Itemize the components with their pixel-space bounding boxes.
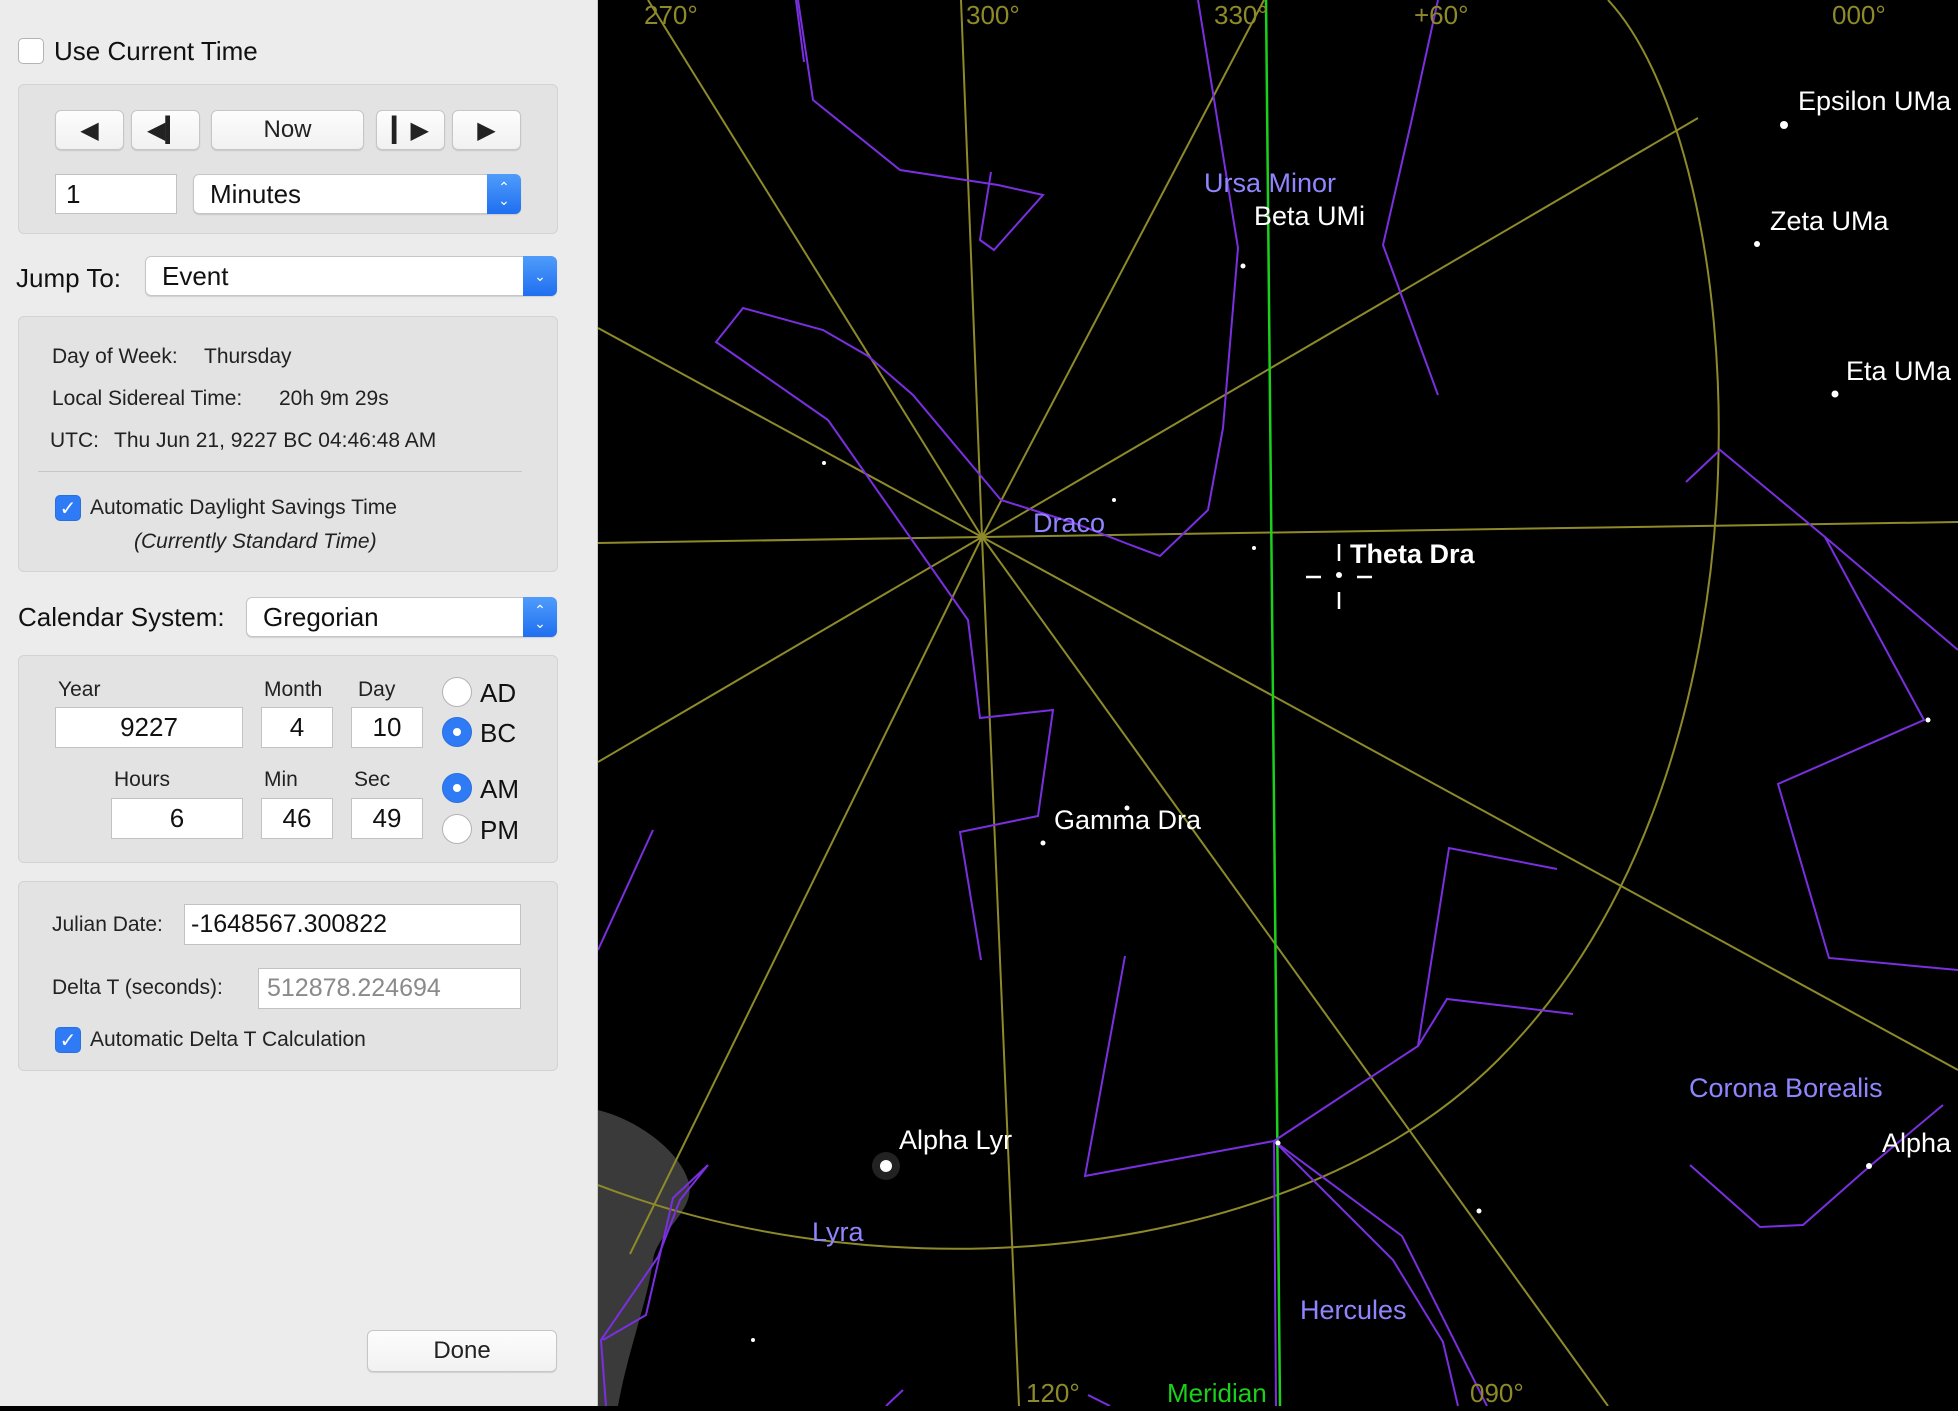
dst-checkbox[interactable]: ✓ bbox=[55, 495, 81, 521]
month-label: Month bbox=[264, 678, 323, 701]
step-forward-fast-button[interactable]: ▶ bbox=[452, 110, 521, 150]
grid-label-ra-000: 000° bbox=[1832, 0, 1886, 30]
constellation-label-corona-borealis: Corona Borealis bbox=[1689, 1073, 1883, 1103]
constellation-label-draco: Draco bbox=[1033, 508, 1106, 538]
step-unit-value: Minutes bbox=[210, 178, 302, 209]
constellation-label-hercules: Hercules bbox=[1300, 1295, 1407, 1325]
time-settings-panel: Use Current Time ◀ ◀▎ Now ▎▶ ▶ 1 Minutes… bbox=[0, 0, 598, 1406]
star-label-theta-dra: Theta Dra bbox=[1350, 539, 1475, 569]
sec-input[interactable]: 49 bbox=[351, 798, 423, 839]
grid-label-dec-60: +60° bbox=[1414, 0, 1469, 30]
min-input[interactable]: 46 bbox=[261, 798, 333, 839]
ad-label[interactable]: AD bbox=[480, 678, 516, 709]
auto-delta-t-checkbox[interactable]: ✓ bbox=[55, 1027, 81, 1053]
hours-input[interactable]: 6 bbox=[111, 798, 243, 839]
sec-label: Sec bbox=[354, 768, 391, 791]
step-amount-input[interactable]: 1 bbox=[55, 174, 177, 214]
sidereal-time-label: Local Sidereal Time: bbox=[52, 387, 243, 410]
calendar-system-label: Calendar System: bbox=[18, 602, 225, 632]
grid-label-ra-120: 120° bbox=[1026, 1378, 1080, 1408]
done-button[interactable]: Done bbox=[367, 1330, 557, 1372]
bc-radio[interactable] bbox=[442, 717, 472, 747]
jump-to-label: Jump To: bbox=[16, 263, 122, 293]
hours-label: Hours bbox=[114, 768, 171, 791]
use-current-time-label[interactable]: Use Current Time bbox=[54, 36, 258, 67]
delta-t-input[interactable]: 512878.224694 bbox=[258, 968, 521, 1009]
day-of-week-value: Thursday bbox=[204, 345, 292, 368]
jump-to-value: Event bbox=[162, 260, 229, 291]
divider bbox=[38, 471, 522, 472]
step-forward-button[interactable]: ▎▶ bbox=[376, 110, 445, 150]
bc-label[interactable]: BC bbox=[480, 718, 516, 749]
now-button[interactable]: Now bbox=[211, 110, 364, 150]
calendar-system-value: Gregorian bbox=[263, 601, 379, 632]
utc-value: Thu Jun 21, 9227 BC 04:46:48 AM bbox=[114, 429, 437, 452]
delta-t-label: Delta T (seconds): bbox=[52, 976, 223, 999]
star-label-alpha-crb: Alpha bbox=[1882, 1128, 1952, 1158]
utc-label: UTC: bbox=[50, 429, 99, 452]
star-label-gamma-dra: Gamma Dra bbox=[1054, 805, 1202, 835]
star-label-alpha-lyr: Alpha Lyr bbox=[899, 1125, 1013, 1155]
month-input[interactable]: 4 bbox=[261, 707, 333, 748]
grid-label-ra-090: 090° bbox=[1470, 1378, 1524, 1408]
year-input[interactable]: 9227 bbox=[55, 707, 243, 748]
year-label: Year bbox=[58, 678, 101, 701]
step-backward-button[interactable]: ◀▎ bbox=[131, 110, 200, 150]
step-backward-fast-button[interactable]: ◀ bbox=[55, 110, 124, 150]
dst-note: (Currently Standard Time) bbox=[134, 530, 377, 553]
sidereal-time-value: 20h 9m 29s bbox=[279, 387, 389, 410]
chevron-down-icon: ⌄ bbox=[523, 256, 557, 296]
meridian-label: Meridian bbox=[1167, 1378, 1267, 1408]
calendar-system-select[interactable]: Gregorian ⌃ ⌄ bbox=[246, 597, 557, 637]
am-label[interactable]: AM bbox=[480, 774, 519, 805]
pm-radio[interactable] bbox=[442, 814, 472, 844]
grid-label-ra-300: 300° bbox=[966, 0, 1020, 30]
jump-to-select[interactable]: Event ⌄ bbox=[145, 256, 557, 296]
pm-label[interactable]: PM bbox=[480, 815, 519, 846]
julian-date-label: Julian Date: bbox=[52, 913, 163, 936]
grid-label-ra-330: 330° bbox=[1214, 0, 1268, 30]
star-label-beta-umi: Beta UMi bbox=[1254, 201, 1366, 231]
constellation-label-ursa-minor: Ursa Minor bbox=[1204, 168, 1337, 198]
star-label-zeta-uma: Zeta UMa bbox=[1770, 206, 1889, 236]
updown-arrows-icon: ⌃ ⌄ bbox=[487, 174, 521, 214]
star-label-eta-uma: Eta UMa bbox=[1846, 356, 1952, 386]
step-unit-select[interactable]: Minutes ⌃ ⌄ bbox=[193, 174, 521, 214]
am-radio[interactable] bbox=[442, 773, 472, 803]
use-current-time-checkbox[interactable] bbox=[18, 38, 44, 64]
min-label: Min bbox=[264, 768, 298, 791]
day-of-week-label: Day of Week: bbox=[52, 345, 178, 368]
day-input[interactable]: 10 bbox=[351, 707, 423, 748]
julian-date-input[interactable]: -1648567.300822 bbox=[184, 904, 521, 945]
ad-radio[interactable] bbox=[442, 677, 472, 707]
dst-label[interactable]: Automatic Daylight Savings Time bbox=[90, 496, 397, 520]
grid-label-ra-270: 270° bbox=[644, 0, 698, 30]
day-label: Day bbox=[358, 678, 396, 701]
star-label-epsilon-uma: Epsilon UMa bbox=[1798, 86, 1952, 116]
sky-chart[interactable]: 270° 300° 330° +60° 000° 120° 090° Merid… bbox=[597, 0, 1958, 1408]
constellation-label-lyra: Lyra bbox=[812, 1217, 864, 1247]
auto-delta-t-label[interactable]: Automatic Delta T Calculation bbox=[90, 1028, 366, 1052]
updown-arrows-icon: ⌃ ⌄ bbox=[523, 597, 557, 637]
